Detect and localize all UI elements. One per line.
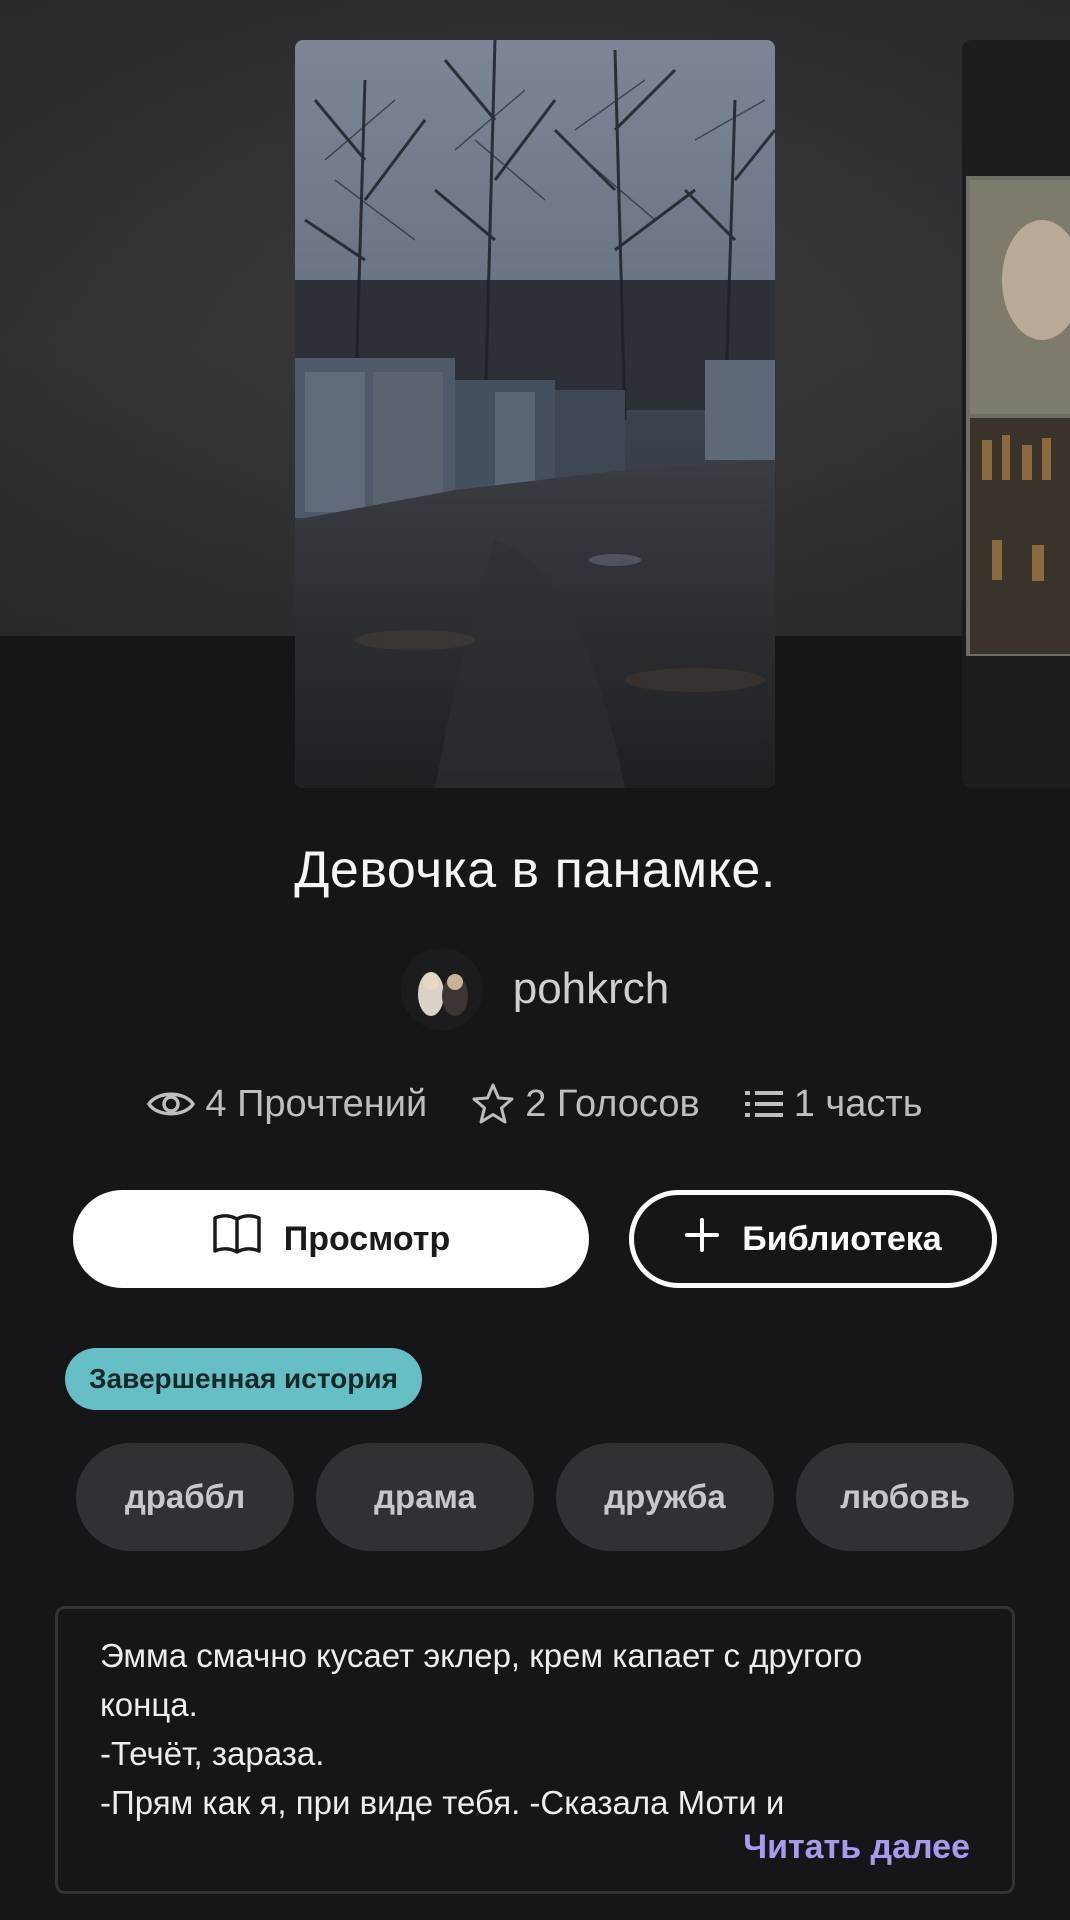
list-icon bbox=[744, 1088, 784, 1120]
story-stats: 4 Прочтений 2 Голосов 1 часть bbox=[0, 1082, 1070, 1126]
library-button-label: Библиотека bbox=[742, 1219, 942, 1258]
cover-image bbox=[295, 40, 775, 788]
next-cover-image bbox=[966, 176, 1070, 656]
status-badge: Завершенная история bbox=[65, 1348, 422, 1410]
description-line: -Течёт, зараза. bbox=[100, 1735, 325, 1772]
read-button[interactable]: Просмотр bbox=[73, 1190, 589, 1288]
story-title: Девочка в панамке. bbox=[294, 841, 776, 899]
star-icon bbox=[471, 1082, 515, 1126]
book-icon bbox=[212, 1213, 262, 1266]
parts-stat: 1 часть bbox=[744, 1083, 923, 1126]
author-row[interactable]: pohkrch bbox=[0, 948, 1070, 1030]
story-description: Эмма смачно кусает эклер, крем капает с … bbox=[55, 1606, 1015, 1894]
tag-chip[interactable]: драббл bbox=[76, 1443, 294, 1551]
parts-count: 1 часть bbox=[793, 1082, 923, 1125]
tag-list: драббл драма дружба любовь bbox=[76, 1443, 1014, 1551]
reads-count: 4 Прочтений bbox=[205, 1082, 428, 1125]
tag-chip[interactable]: драма bbox=[316, 1443, 534, 1551]
author-name[interactable]: pohkrch bbox=[513, 964, 670, 1014]
story-cover[interactable] bbox=[295, 40, 775, 788]
read-button-label: Просмотр bbox=[283, 1219, 451, 1258]
plus-icon bbox=[684, 1217, 720, 1262]
votes-count: 2 Голосов bbox=[525, 1082, 700, 1125]
tag-chip[interactable]: дружба bbox=[556, 1443, 774, 1551]
next-story-cover[interactable] bbox=[962, 40, 1070, 788]
description-line: Эмма смачно кусает эклер, крем капает с … bbox=[100, 1637, 863, 1674]
avatar[interactable] bbox=[400, 948, 483, 1030]
description-line: конца. bbox=[100, 1686, 198, 1723]
reads-stat: 4 Прочтений bbox=[147, 1083, 427, 1126]
add-to-library-button[interactable]: Библиотека bbox=[629, 1190, 997, 1288]
tag-chip[interactable]: любовь bbox=[796, 1443, 1014, 1551]
eye-icon bbox=[147, 1087, 196, 1121]
read-more-link[interactable]: Читать далее bbox=[743, 1828, 970, 1867]
description-line: -Прям как я, при виде тебя. -Сказала Мот… bbox=[100, 1784, 785, 1821]
votes-stat: 2 Голосов bbox=[471, 1082, 700, 1126]
